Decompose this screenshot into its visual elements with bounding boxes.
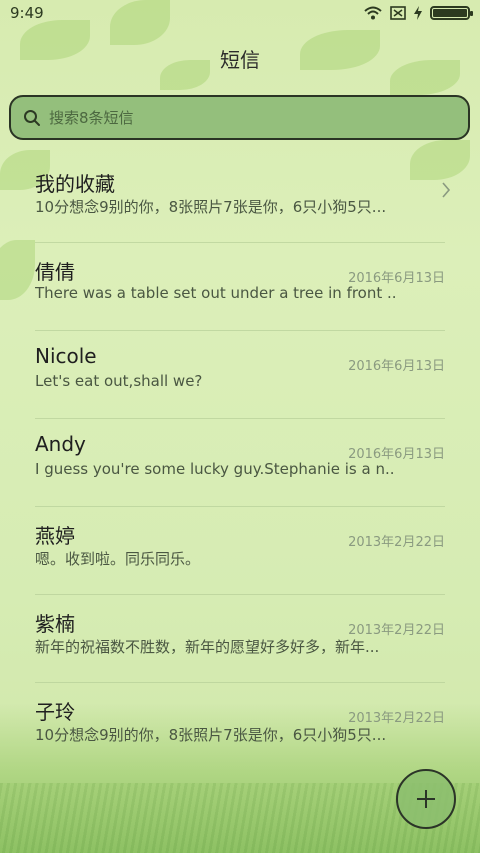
conversation-item[interactable]: Nicole 2016年6月13日 Let's eat out,shall we… xyxy=(35,331,445,419)
conversation-name: 我的收藏 xyxy=(35,172,115,196)
conversation-item[interactable]: 紫楠 2013年2月22日 新年的祝福数不胜数，新年的愿望好多好多，新年... xyxy=(35,595,445,683)
conversation-item[interactable]: 子玲 2013年2月22日 10分想念9别的你，8张照片7张是你，6只小狗5只.… xyxy=(35,683,445,770)
conversation-list: 我的收藏 10分想念9别的你，8张照片7张是你，6只小狗5只... 倩倩 201… xyxy=(0,155,480,770)
search-icon xyxy=(24,109,40,126)
new-message-button[interactable] xyxy=(396,769,456,829)
search-input[interactable]: 搜索8条短信 xyxy=(49,107,134,128)
conversation-item[interactable]: 倩倩 2016年6月13日 There was a table set out … xyxy=(35,243,445,331)
charging-icon xyxy=(414,6,422,20)
status-time: 9:49 xyxy=(10,4,44,22)
conversation-name: Andy xyxy=(35,432,86,456)
page-title: 短信 xyxy=(220,48,260,72)
conversation-preview: Let's eat out,shall we? xyxy=(35,372,203,390)
conversation-name: 倩倩 xyxy=(35,260,75,284)
conversation-preview: I guess you're some lucky guy.Stephanie … xyxy=(35,460,395,478)
conversation-preview: 10分想念9别的你，8张照片7张是你，6只小狗5只... xyxy=(35,726,387,744)
plus-icon xyxy=(417,790,435,808)
conversation-preview: There was a table set out under a tree i… xyxy=(35,284,395,302)
chevron-right-icon xyxy=(442,182,451,198)
search-bar[interactable]: 搜索8条短信 xyxy=(9,95,470,140)
no-sim-icon xyxy=(390,6,406,20)
conversation-name: Nicole xyxy=(35,344,97,368)
conversation-preview: 10分想念9别的你，8张照片7张是你，6只小狗5只... xyxy=(35,198,387,216)
conversation-item[interactable]: Andy 2016年6月13日 I guess you're some luck… xyxy=(35,419,445,507)
battery-icon xyxy=(430,6,473,20)
conversation-name: 紫楠 xyxy=(35,612,75,636)
conversation-item[interactable]: 燕婷 2013年2月22日 嗯。收到啦。同乐同乐。 xyxy=(35,507,445,595)
conversation-name: 燕婷 xyxy=(35,524,75,548)
conversation-preview: 嗯。收到啦。同乐同乐。 xyxy=(35,550,201,568)
wifi-icon xyxy=(364,6,382,20)
conversation-name: 子玲 xyxy=(35,700,75,724)
status-icons xyxy=(364,6,473,20)
conversation-item-favorites[interactable]: 我的收藏 10分想念9别的你，8张照片7张是你，6只小狗5只... xyxy=(35,155,451,243)
conversation-preview: 新年的祝福数不胜数，新年的愿望好多好多，新年... xyxy=(35,638,380,656)
status-bar: 9:49 xyxy=(0,0,480,26)
